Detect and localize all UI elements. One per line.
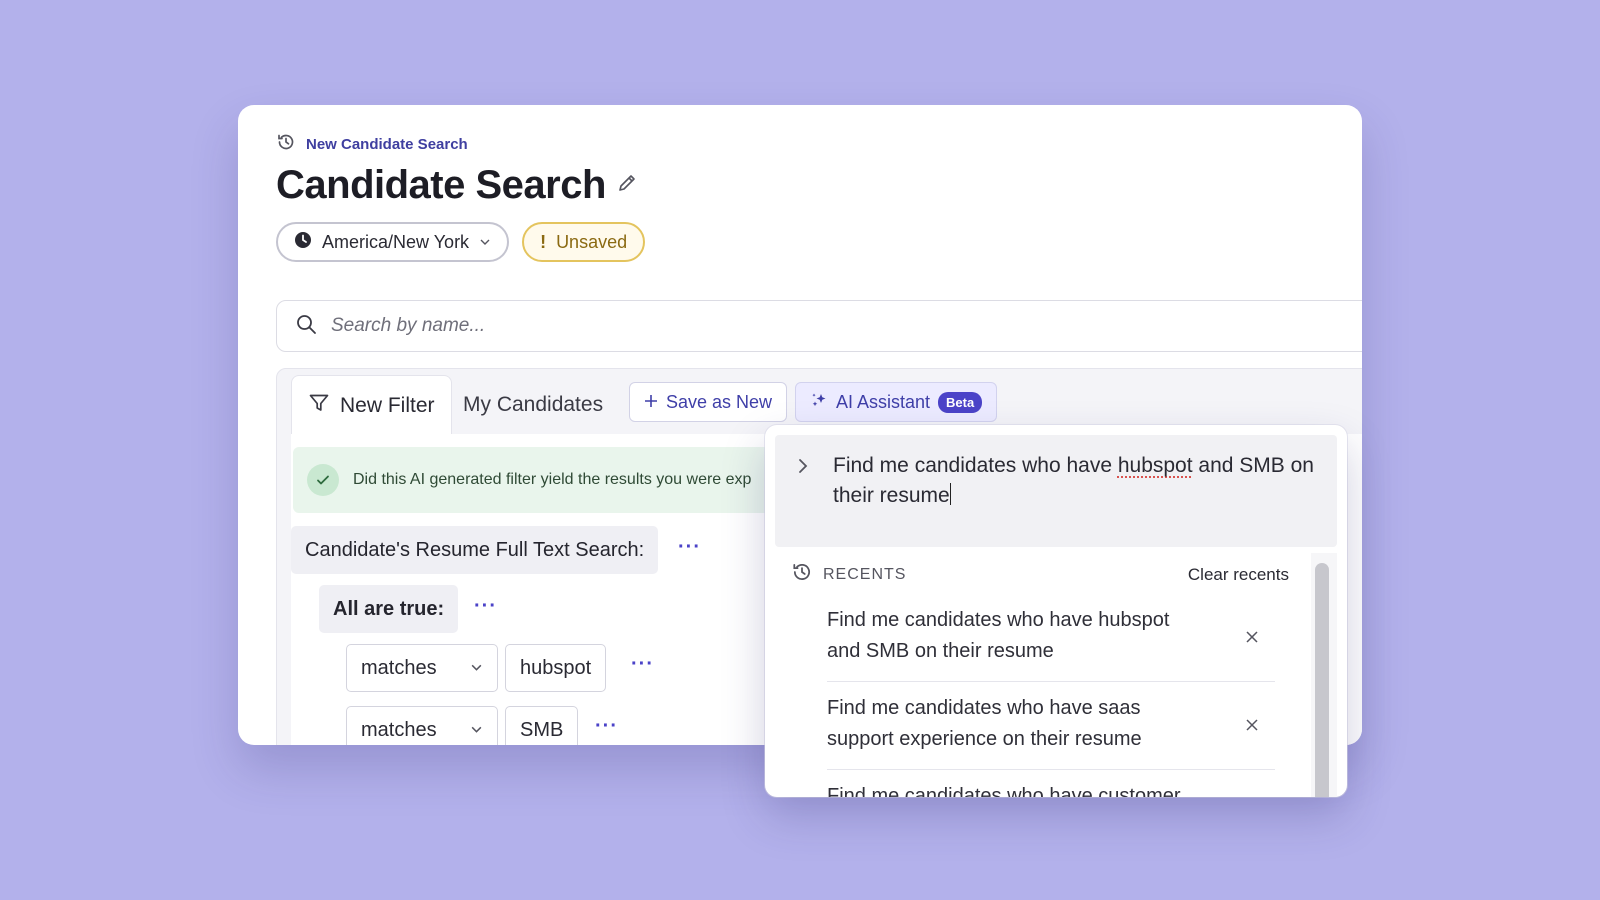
checkmark-icon[interactable] (307, 464, 339, 496)
scrollbar-thumb[interactable] (1315, 563, 1329, 797)
filter-group-label: All are true: (333, 597, 445, 620)
chevron-down-icon (479, 232, 491, 253)
breadcrumb[interactable]: New Candidate Search (276, 132, 468, 156)
chevron-down-icon (470, 719, 483, 742)
text-caret (949, 483, 951, 505)
unsaved-label: Unsaved (556, 231, 628, 252)
ai-assistant-button[interactable]: AI Assistant Beta (795, 382, 998, 422)
search-input[interactable] (331, 315, 931, 337)
divider (827, 769, 1275, 770)
history-icon (276, 132, 296, 156)
condition-value-field[interactable]: SMB (505, 706, 579, 745)
recents-label: RECENTS (823, 565, 907, 583)
condition-more-options-icon[interactable]: ··· (631, 653, 654, 676)
ai-query-text[interactable]: Find me candidates who have hubspot and … (833, 451, 1333, 511)
condition-value-field[interactable]: hubspot (505, 644, 607, 692)
exclamation-icon: ! (540, 231, 547, 252)
plus-icon (644, 392, 658, 413)
tab-new-filter-label: New Filter (340, 393, 435, 417)
save-as-new-label: Save as New (666, 391, 773, 412)
recent-query-item[interactable]: Find me candidates who have customer exp… (827, 781, 1277, 797)
close-icon[interactable] (1245, 711, 1259, 742)
pencil-icon[interactable] (616, 172, 638, 199)
recent-query-text: Find me candidates who have customer exp… (827, 785, 1181, 797)
recent-query-text: Find me candidates who have hubspot and … (827, 609, 1170, 662)
recent-query-item[interactable]: Find me candidates who have hubspot and … (827, 605, 1277, 667)
filter-root-node[interactable]: Candidate's Resume Full Text Search: (291, 526, 659, 574)
tab-new-filter[interactable]: New Filter (291, 375, 452, 435)
page-title-text: Candidate Search (276, 163, 606, 207)
clear-recents-button[interactable]: Clear recents (1188, 565, 1289, 585)
condition-operator-select[interactable]: matches (346, 644, 498, 692)
clock-icon (294, 231, 312, 254)
filter-root-label: Candidate's Resume Full Text Search: (305, 538, 645, 561)
divider (827, 681, 1275, 682)
recents-title: RECENTS (791, 561, 906, 588)
breadcrumb-label[interactable]: New Candidate Search (306, 136, 468, 153)
search-icon (295, 313, 317, 340)
operator-label: matches (361, 656, 437, 679)
tab-my-candidates-label: My Candidates (463, 393, 604, 416)
feedback-text: Did this AI generated filter yield the r… (353, 471, 752, 488)
history-icon (791, 561, 813, 588)
beta-badge: Beta (938, 391, 983, 413)
filter-icon (308, 392, 330, 420)
search-bar[interactable] (276, 300, 1362, 352)
tab-my-candidates[interactable]: My Candidates (463, 385, 603, 425)
condition-operator-select[interactable]: matches (346, 706, 498, 745)
root-more-options-icon[interactable]: ··· (678, 536, 701, 559)
timezone-label: America/New York (322, 231, 470, 252)
condition-more-options-icon[interactable]: ··· (595, 715, 618, 738)
condition-value: SMB (520, 718, 564, 741)
sparkles-icon (810, 391, 828, 414)
query-text-part: Find me candidates who have (833, 454, 1118, 477)
query-misspelled-word: hubspot (1117, 454, 1193, 477)
ai-query-input[interactable]: Find me candidates who have hubspot and … (775, 435, 1337, 547)
ai-assistant-label: AI Assistant (836, 391, 931, 412)
ai-assistant-dropdown: Find me candidates who have hubspot and … (765, 425, 1347, 797)
operator-label: matches (361, 718, 437, 741)
filter-group-node[interactable]: All are true: (319, 585, 459, 633)
close-icon[interactable] (1245, 623, 1259, 654)
recent-query-text: Find me candidates who have saas support… (827, 697, 1142, 750)
page-title: Candidate Search (276, 163, 638, 208)
unsaved-status-badge[interactable]: ! Unsaved (522, 222, 646, 262)
chevron-down-icon (470, 657, 483, 680)
save-as-new-button[interactable]: Save as New (629, 382, 788, 422)
condition-value: hubspot (520, 656, 592, 679)
timezone-selector[interactable]: America/New York (276, 222, 510, 262)
group-more-options-icon[interactable]: ··· (474, 595, 497, 618)
chevron-right-icon[interactable] (795, 457, 811, 480)
recent-query-item[interactable]: Find me candidates who have saas support… (827, 693, 1277, 755)
status-pill-row: America/New York ! Unsaved (276, 222, 646, 262)
recents-header: RECENTS Clear recents (791, 561, 1289, 588)
